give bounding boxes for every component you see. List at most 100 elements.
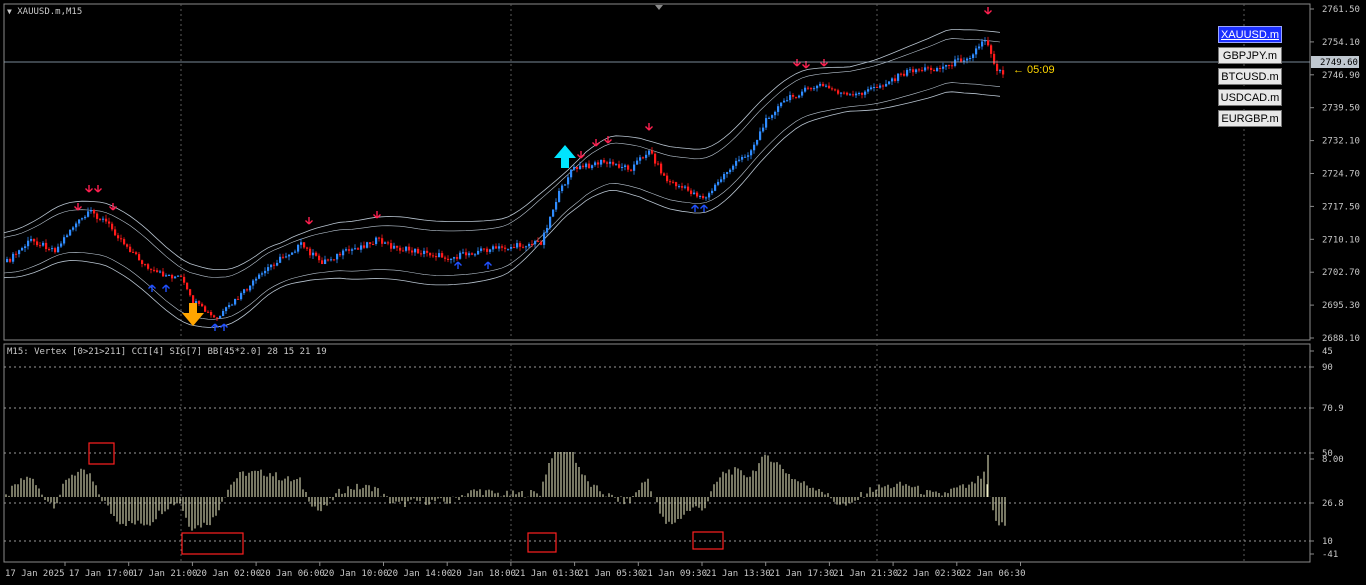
candle-body bbox=[681, 186, 684, 188]
candle-body bbox=[309, 248, 312, 256]
candle-body bbox=[366, 242, 369, 248]
indicator-histogram bbox=[5, 452, 1006, 531]
candle-body bbox=[252, 280, 255, 286]
candle-body bbox=[720, 179, 723, 182]
candle-body bbox=[966, 58, 969, 61]
price-tick-label: 2739.50 bbox=[1322, 104, 1360, 114]
candle-body bbox=[903, 73, 906, 76]
candle-body bbox=[435, 256, 438, 258]
candle-body bbox=[639, 157, 642, 161]
candle-body bbox=[570, 169, 573, 178]
time-tick-label: 17 Jan 17:00 bbox=[69, 569, 134, 579]
candle-body bbox=[426, 250, 429, 253]
candle-body bbox=[576, 167, 579, 169]
candle-body bbox=[474, 254, 477, 256]
candle-body bbox=[858, 93, 861, 94]
big-buy-arrow bbox=[554, 145, 576, 168]
candle-body bbox=[930, 67, 933, 70]
candle-body bbox=[174, 276, 177, 279]
candle-body bbox=[201, 303, 204, 307]
candle-body bbox=[270, 264, 273, 268]
candle-body bbox=[495, 246, 498, 249]
candle-body bbox=[279, 256, 282, 263]
candle-body bbox=[33, 239, 36, 242]
candle-body bbox=[993, 53, 996, 64]
time-tick-label: 22 Jan 02:30 bbox=[897, 569, 962, 579]
symbol-button-btcusd-m[interactable]: BTCUSD.m bbox=[1218, 68, 1282, 85]
candle-body bbox=[351, 249, 354, 251]
time-tick-label: 21 Jan 21:30 bbox=[833, 569, 898, 579]
candle-body bbox=[405, 246, 408, 251]
candle-body bbox=[957, 58, 960, 60]
candle-body bbox=[27, 240, 30, 247]
price-tick-label: 2761.50 bbox=[1322, 5, 1360, 15]
candle-body bbox=[768, 117, 771, 119]
candle-body bbox=[603, 160, 606, 163]
candle-body bbox=[561, 185, 564, 191]
candle-body bbox=[321, 260, 324, 264]
signal-highlight-boxes bbox=[88, 442, 724, 555]
symbol-button-usdcad-m[interactable]: USDCAD.m bbox=[1218, 89, 1282, 106]
candle-body bbox=[816, 85, 819, 89]
candle-body bbox=[189, 289, 192, 296]
candle-body bbox=[135, 252, 138, 255]
candle-body bbox=[963, 60, 966, 62]
triangle-down-icon[interactable]: ▼ bbox=[7, 7, 12, 16]
time-tick-label: 20 Jan 06:00 bbox=[260, 569, 325, 579]
candle-body bbox=[684, 186, 687, 188]
candle-body bbox=[420, 253, 423, 255]
price-tick-label: 2702.70 bbox=[1322, 268, 1360, 278]
symbol-button-eurgbp-m[interactable]: EURGBP.m bbox=[1218, 110, 1282, 127]
candle-body bbox=[465, 252, 468, 256]
indicator-tick-label: 10 bbox=[1322, 537, 1333, 547]
candle-body bbox=[822, 83, 825, 86]
candle-body bbox=[288, 254, 291, 257]
candle-body bbox=[378, 237, 381, 239]
candle-body bbox=[705, 197, 708, 199]
candle-body bbox=[888, 81, 891, 84]
time-tick-label: 21 Jan 01:30 bbox=[515, 569, 580, 579]
candle-body bbox=[216, 317, 219, 319]
signal-up-arrow bbox=[691, 204, 699, 212]
candle-body bbox=[375, 237, 378, 244]
candle-body bbox=[765, 118, 768, 128]
candle-body bbox=[162, 271, 165, 277]
price-tick-label: 2688.10 bbox=[1322, 334, 1360, 344]
candle-body bbox=[429, 252, 432, 256]
candle-body bbox=[87, 211, 90, 217]
candle-body bbox=[57, 246, 60, 253]
time-tick-label: 17 Jan 21:00 bbox=[132, 569, 197, 579]
candle-body bbox=[729, 169, 732, 173]
candle-body bbox=[330, 259, 333, 261]
symbol-button-gbpjpy-m[interactable]: GBPJPY.m bbox=[1218, 47, 1282, 64]
candle-body bbox=[207, 311, 210, 313]
symbol-button-xauusd-m[interactable]: XAUUSD.m bbox=[1218, 26, 1282, 43]
candle-body bbox=[483, 248, 486, 250]
time-tick-label: 20 Jan 02:00 bbox=[196, 569, 261, 579]
candle-body bbox=[762, 127, 765, 132]
candle-body bbox=[282, 256, 285, 258]
price-chart[interactable]: 2761.50 2754.10 2746.90 2739.50 2732.10 2724.… bbox=[0, 0, 1366, 585]
candle-body bbox=[846, 92, 849, 95]
candle-body bbox=[945, 65, 948, 67]
band-upper bbox=[3, 29, 1001, 270]
candle-body bbox=[960, 58, 963, 62]
candle-body bbox=[948, 65, 951, 66]
candle-body bbox=[723, 174, 726, 180]
candle-body bbox=[540, 241, 543, 245]
candle-body bbox=[585, 163, 588, 168]
candle-body bbox=[900, 73, 903, 75]
candle-body bbox=[756, 139, 759, 145]
price-tick-label: 2746.90 bbox=[1322, 71, 1360, 81]
price-tick-label: 2754.10 bbox=[1322, 38, 1360, 48]
candle-body bbox=[153, 269, 156, 271]
signal-up-arrow bbox=[162, 284, 170, 292]
candle-body bbox=[333, 259, 336, 261]
candle-body bbox=[93, 210, 96, 214]
candle-body bbox=[336, 253, 339, 260]
candle-body bbox=[741, 157, 744, 160]
candle-body bbox=[981, 41, 984, 47]
candle-body bbox=[141, 260, 144, 264]
candle-body bbox=[582, 165, 585, 168]
candle-body bbox=[627, 165, 630, 170]
